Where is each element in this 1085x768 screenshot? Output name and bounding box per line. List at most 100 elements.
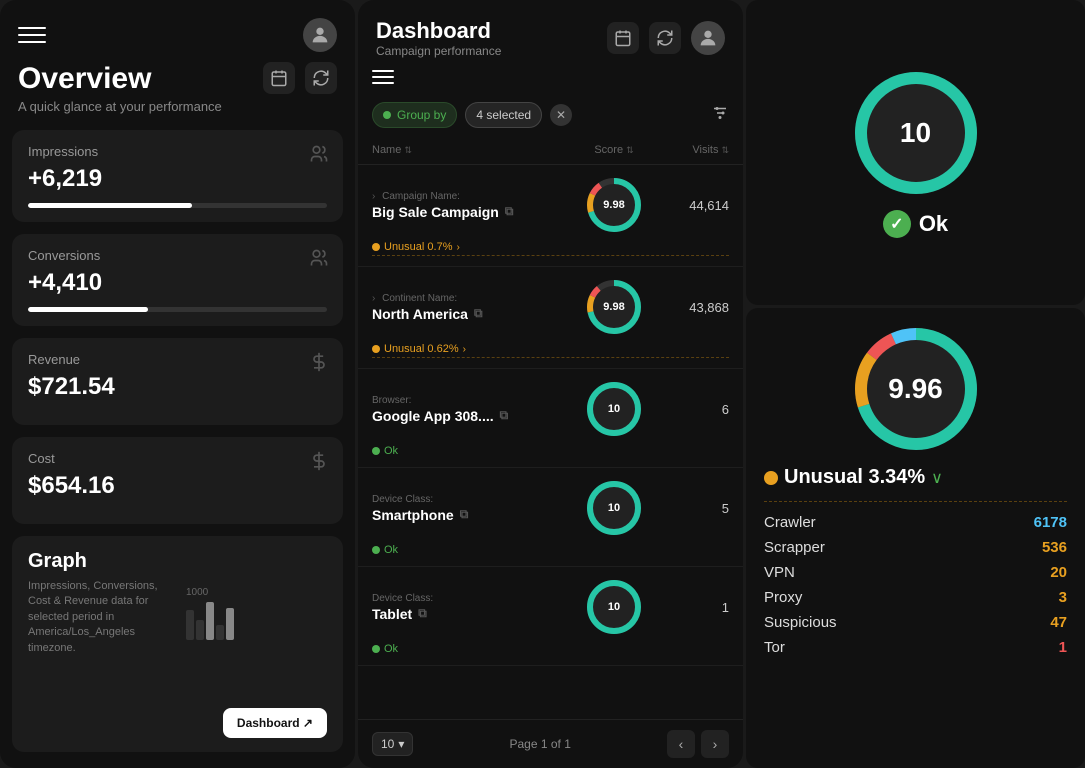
prev-page-button[interactable]: ‹ [667,730,695,758]
row-name-0: Big Sale Campaign ⧉ [372,204,569,220]
clear-filter-button[interactable]: ✕ [550,104,572,126]
table-row: Browser: Google App 308.... ⧉ 1 [358,369,743,468]
impressions-card: Impressions +6,219 [12,130,343,222]
row-category-4: Device Class: [372,593,569,604]
copy-icon-1[interactable]: ⧉ [474,306,483,321]
filter-options-button[interactable] [711,104,729,127]
graph-title: Graph [28,550,327,573]
graph-section: Graph Impressions, Conversions, Cost & R… [12,536,343,752]
graph-y-label: 1000 [186,587,208,598]
row-name-1: North America ⧉ [372,306,569,322]
dashboard-link-button[interactable]: Dashboard ↗ [223,708,327,738]
chevron-down-icon[interactable]: ∨ [931,468,943,488]
middle-header: Dashboard Campaign performance [358,0,743,66]
group-by-label: Group by [397,108,446,122]
overview-subtitle: A quick glance at your performance [18,99,222,114]
calendar-icon-btn[interactable] [263,62,295,94]
middle-refresh-btn[interactable] [649,22,681,54]
row-name-col-2: Browser: Google App 308.... ⧉ [372,395,569,424]
group-by-tag[interactable]: Group by [372,102,457,128]
list-item: Crawler 6178 [764,514,1067,531]
col-name-header[interactable]: Name ⇅ [372,144,569,156]
copy-icon-0[interactable]: ⧉ [505,204,514,219]
proxy-value: 3 [1059,589,1067,606]
ok-tag-2: Ok [372,445,729,457]
copy-icon-4[interactable]: ⧉ [418,606,427,621]
row-visits-4: 1 [659,600,729,615]
ok-check-icon: ✓ [883,210,911,238]
conversions-bar [28,307,327,312]
row-main-3: Device Class: Smartphone ⧉ 10 [372,478,729,538]
proxy-label: Proxy [764,589,802,606]
impressions-value: +6,219 [28,165,327,193]
row-main-0: › Campaign Name: Big Sale Campaign ⧉ [372,175,729,235]
dashboard-subtitle: Campaign performance [376,44,501,58]
row-category-1: › Continent Name: [372,293,569,304]
table-header: Name ⇅ Score ⇅ Visits ⇅ [358,136,743,165]
next-page-button[interactable]: › [701,730,729,758]
revenue-label: Revenue [28,352,327,367]
revenue-icon [309,352,329,377]
col-visits-header[interactable]: Visits ⇅ [659,144,729,156]
unusual-divider [764,501,1067,502]
middle-calendar-btn[interactable] [607,22,639,54]
unusual-list: Crawler 6178 Scrapper 536 VPN 20 Proxy 3… [764,514,1067,656]
graph-desc: Impressions, Conversions, Cost & Revenue… [28,579,178,656]
score-donut-2: 10 [584,379,644,439]
overview-title: Overview [18,62,222,95]
middle-panel: Dashboard Campaign performance Group by [358,0,743,768]
row-name-col-0: › Campaign Name: Big Sale Campaign ⧉ [372,191,569,220]
row-name-4: Tablet ⧉ [372,606,569,622]
row-name-col-1: › Continent Name: North America ⧉ [372,293,569,322]
row-score-4: 10 [569,577,659,637]
unusual-tag-0[interactable]: Unusual 0.7% › [372,241,729,256]
table-footer: 10 ▾ Page 1 of 1 ‹ › [358,719,743,768]
row-category-2: Browser: [372,395,569,406]
row-score-1: 9.98 [569,277,659,337]
avatar[interactable] [303,18,337,52]
unusual-tag-1[interactable]: Unusual 0.62% › [372,343,729,358]
scrapper-label: Scrapper [764,539,825,556]
ok-label: Ok [919,211,948,237]
row-main-1: › Continent Name: North America ⧉ [372,277,729,337]
unusual-dot-icon [764,471,778,485]
unusual-header: Unusual 3.34% ∨ [764,466,1067,489]
users-icon [309,144,329,169]
ok-tag-3: Ok [372,544,729,556]
right-top-panel: 10 ✓ Ok [746,0,1085,305]
middle-hamburger[interactable] [372,66,394,88]
list-item: Tor 1 [764,639,1067,656]
right-bottom-donut: 9.96 [851,324,981,454]
list-item: Proxy 3 [764,589,1067,606]
right-top-donut: 10 [851,68,981,198]
row-main-4: Device Class: Tablet ⧉ 10 [372,577,729,637]
right-bottom-panel: 9.96 Unusual 3.34% ∨ Crawler 6178 Scrapp… [746,308,1085,768]
middle-avatar[interactable] [691,21,725,55]
row-category-3: Device Class: [372,494,569,505]
revenue-card: Revenue $721.54 [12,338,343,425]
header-right-icons [607,21,725,55]
tor-label: Tor [764,639,785,656]
list-item: Scrapper 536 [764,539,1067,556]
table-row: › Campaign Name: Big Sale Campaign ⧉ [358,165,743,267]
row-name-2: Google App 308.... ⧉ [372,408,569,424]
copy-icon-2[interactable]: ⧉ [500,408,509,423]
row-name-col-4: Device Class: Tablet ⧉ [372,593,569,622]
page-info: Page 1 of 1 [421,737,659,751]
row-visits-3: 5 [659,501,729,516]
page-size-select[interactable]: 10 ▾ [372,732,413,756]
row-main-2: Browser: Google App 308.... ⧉ 1 [372,379,729,439]
col-score-header[interactable]: Score ⇅ [569,144,659,156]
hamburger-icon[interactable] [18,21,46,49]
suspicious-value: 47 [1050,614,1067,631]
conversions-label: Conversions [28,248,327,263]
selected-count-tag[interactable]: 4 selected [465,102,542,128]
unusual-pct: Unusual 3.34% [784,466,925,489]
row-score-3: 10 [569,478,659,538]
list-item: VPN 20 [764,564,1067,581]
score-donut-1: 9.98 [584,277,644,337]
refresh-icon-btn[interactable] [305,62,337,94]
overview-icons [263,62,337,94]
table-row: › Continent Name: North America ⧉ [358,267,743,369]
copy-icon-3[interactable]: ⧉ [460,507,469,522]
